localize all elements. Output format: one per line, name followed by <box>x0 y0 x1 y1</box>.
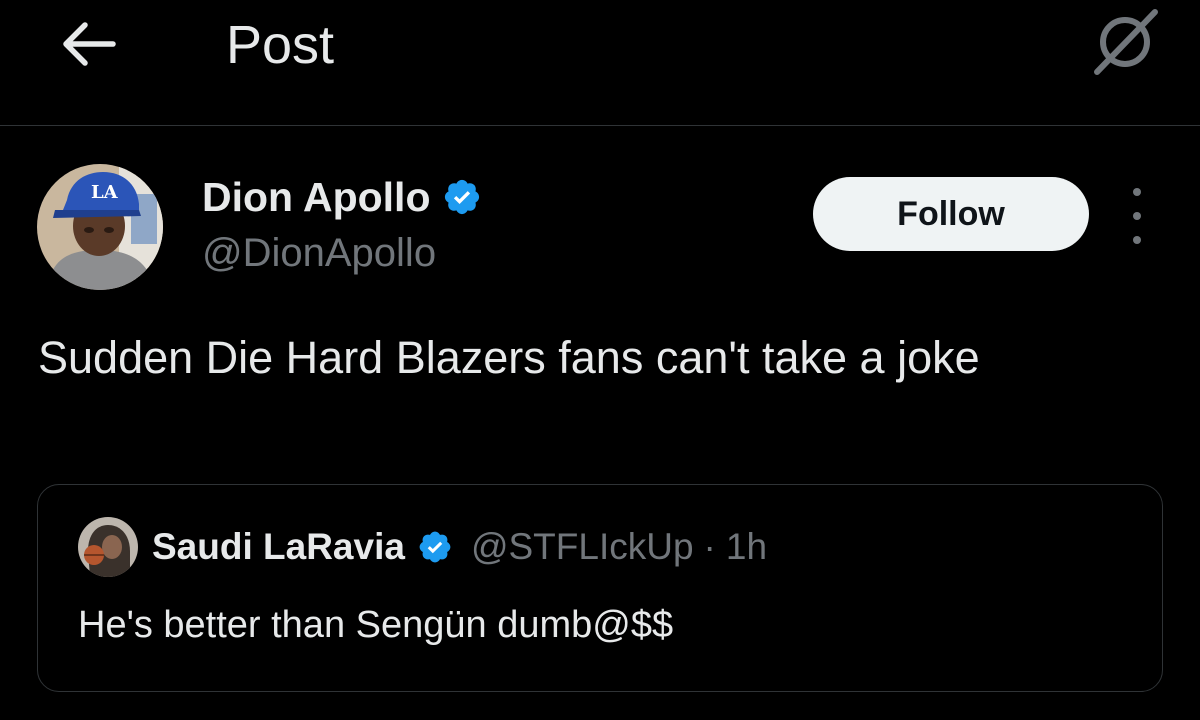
quoted-post-timestamp[interactable]: 1h <box>726 523 767 571</box>
author-handle[interactable]: @DionApollo <box>202 228 436 278</box>
post-text: Sudden Die Hard Blazers fans can't take … <box>38 332 980 383</box>
arrow-left-icon <box>63 22 116 66</box>
more-vertical-icon-dot <box>1133 188 1141 196</box>
quoted-post-header: Saudi LaRavia @STFLIckUp · 1h <box>152 523 767 571</box>
verified-badge-icon[interactable] <box>417 529 453 565</box>
back-button[interactable] <box>58 16 120 72</box>
quoted-author-handle[interactable]: @STFLIckUp <box>471 523 694 571</box>
verified-badge-icon[interactable] <box>442 177 482 217</box>
top-bar: Post <box>0 0 1200 126</box>
quoted-avatar-image <box>78 517 138 577</box>
more-vertical-icon-dot <box>1133 212 1141 220</box>
quoted-author-name[interactable]: Saudi LaRavia <box>152 523 405 571</box>
author-display-name[interactable]: Dion Apollo <box>202 172 430 222</box>
grok-button[interactable] <box>1084 4 1168 78</box>
separator-dot: · <box>703 526 716 567</box>
grok-icon <box>1094 9 1158 75</box>
post-author-row: LA Dion Apollo @DionApollo Follow <box>0 160 1200 300</box>
follow-button[interactable]: Follow <box>813 177 1089 251</box>
author-avatar-image: LA <box>37 164 163 290</box>
more-options-button[interactable] <box>1122 188 1152 244</box>
author-name-wrap[interactable]: Dion Apollo <box>202 172 482 222</box>
quoted-post-text: He's better than Sengün dumb@$$ <box>78 604 674 646</box>
svg-text:LA: LA <box>91 182 119 203</box>
quoted-post-card[interactable]: Saudi LaRavia @STFLIckUp · 1h He's bette… <box>37 484 1163 692</box>
quoted-author-avatar[interactable] <box>78 517 138 577</box>
author-avatar[interactable]: LA <box>37 164 163 290</box>
page-title: Post <box>226 15 335 75</box>
more-vertical-icon-dot <box>1133 236 1141 244</box>
